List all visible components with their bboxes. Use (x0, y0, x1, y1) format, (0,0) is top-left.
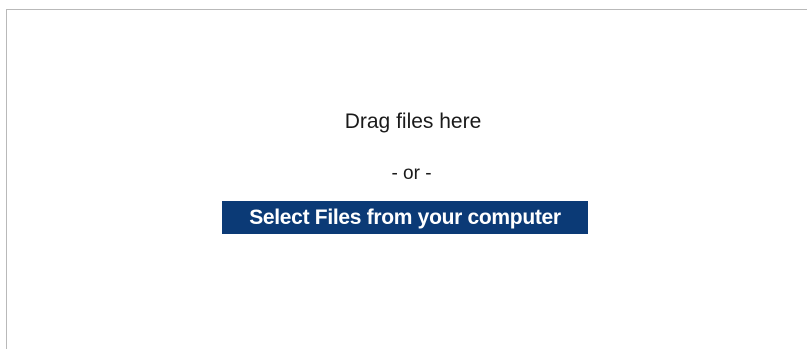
select-files-button[interactable]: Select Files from your computer (222, 201, 588, 234)
file-drop-zone[interactable]: Drag files here - or - Select Files from… (6, 9, 807, 349)
or-separator: - or - (391, 163, 432, 184)
drag-files-label: Drag files here (344, 110, 482, 133)
